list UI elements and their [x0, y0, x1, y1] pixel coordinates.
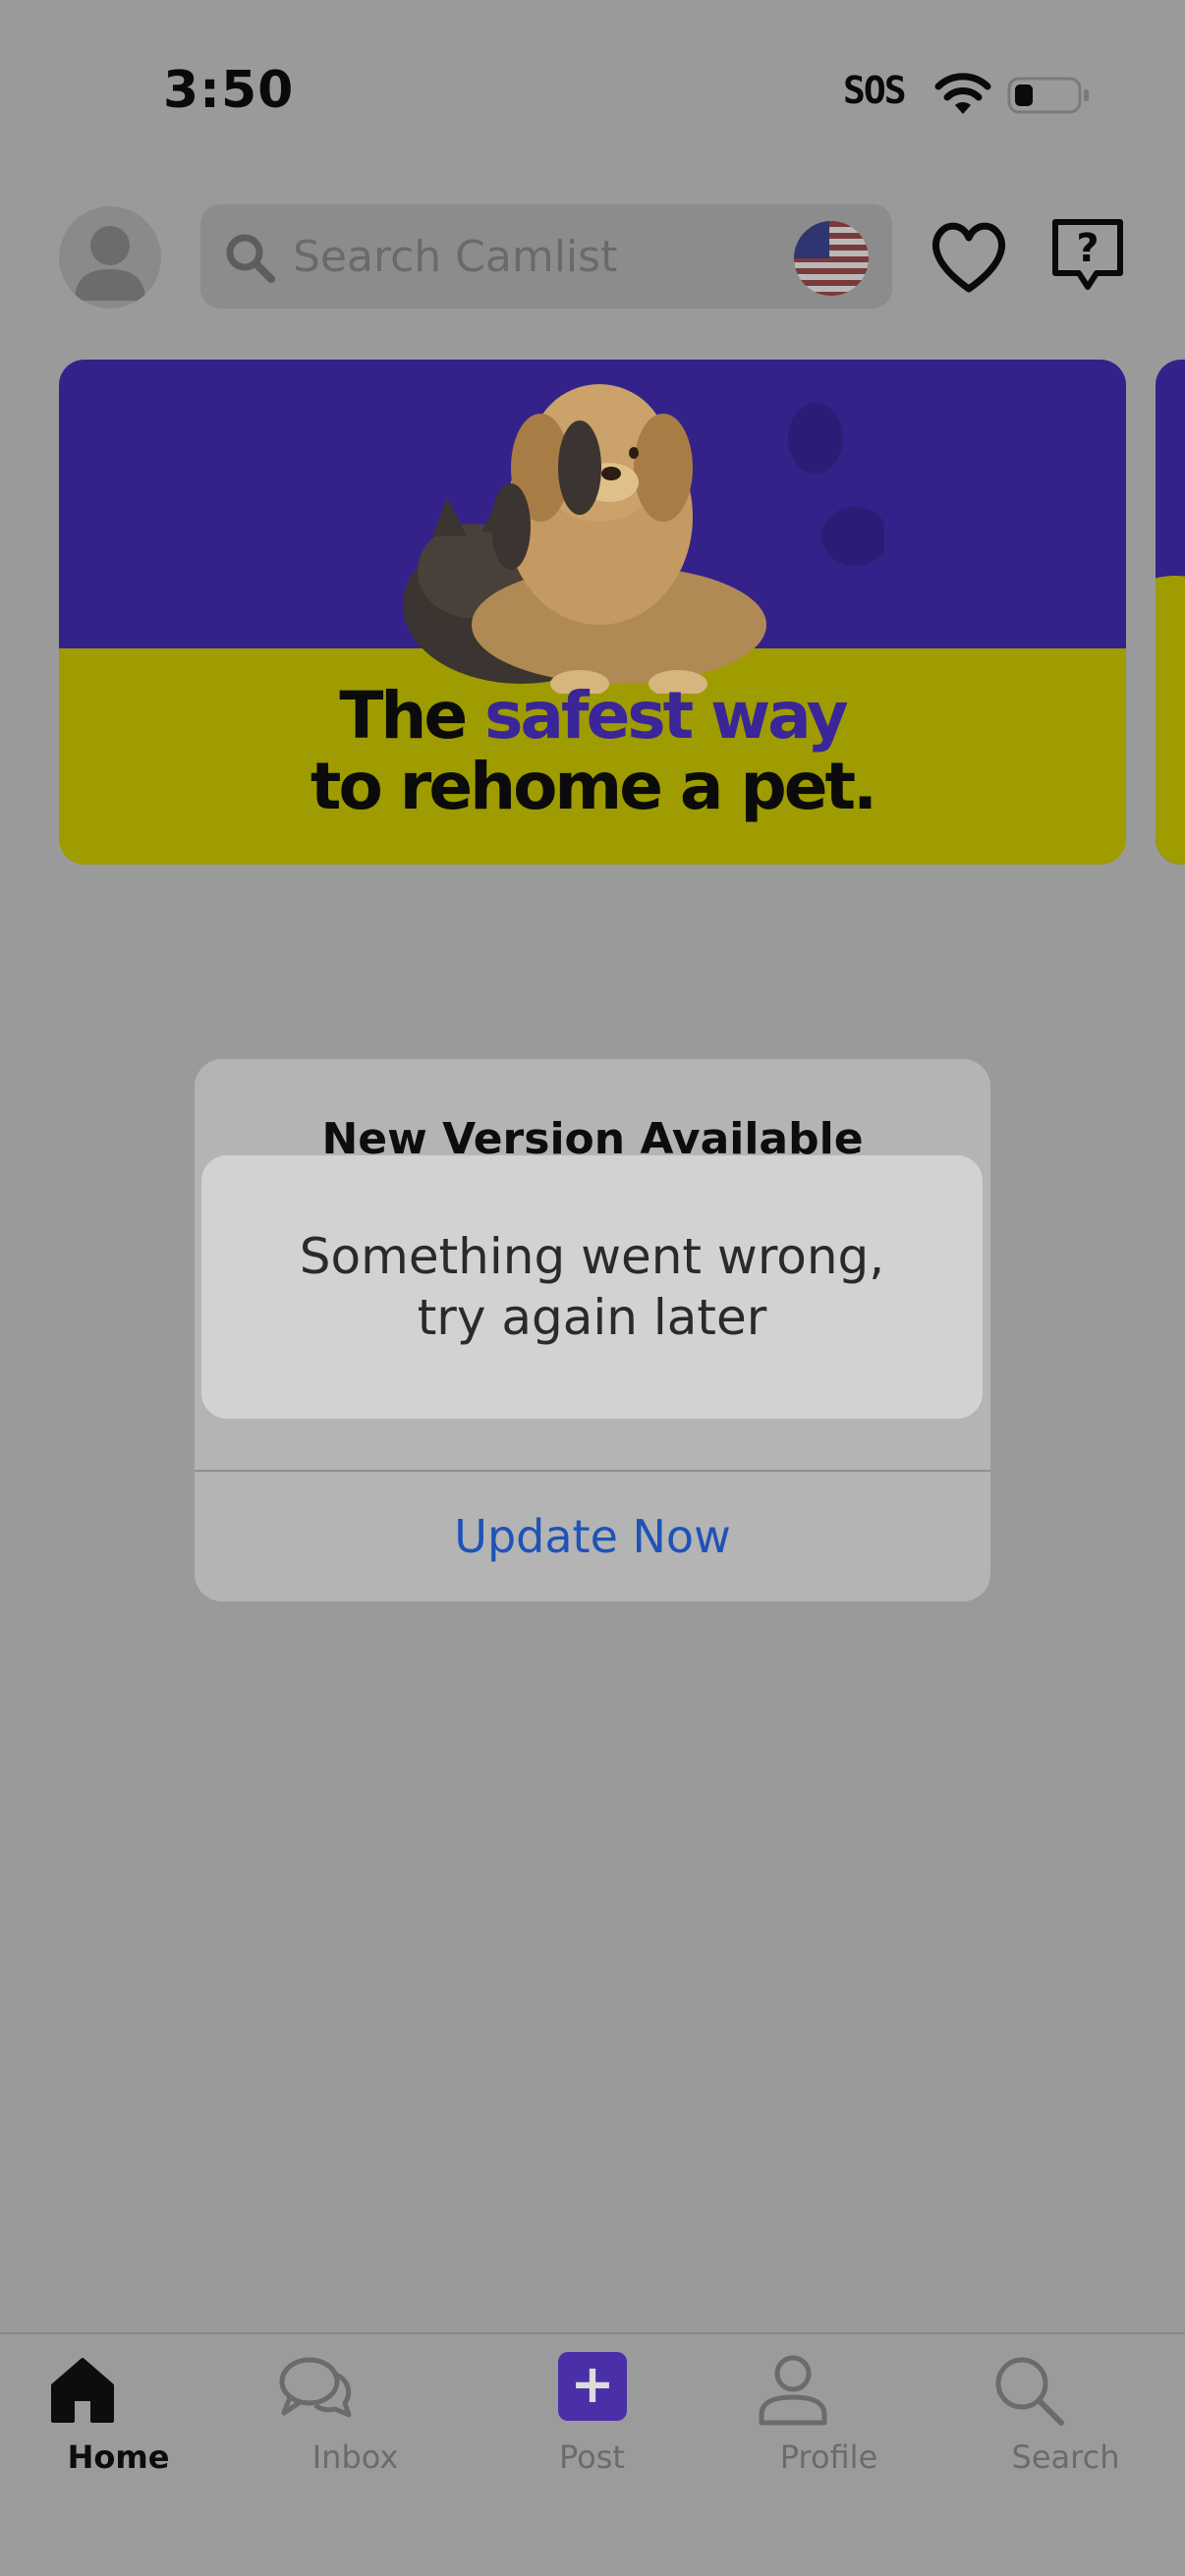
- tab-search[interactable]: Search: [947, 2334, 1184, 2576]
- status-bar: 3:50 SOS: [0, 0, 1185, 187]
- us-flag-icon[interactable]: [794, 221, 869, 296]
- tab-post[interactable]: + Post: [474, 2334, 710, 2576]
- tab-label-inbox: Inbox: [311, 2438, 399, 2476]
- search-icon: [995, 2357, 1064, 2426]
- tab-label-post: Post: [559, 2438, 625, 2476]
- tab-label-profile: Profile: [779, 2438, 878, 2476]
- banner-headline-line2: to rehome a pet.: [310, 749, 877, 824]
- sos-indicator: SOS: [843, 69, 907, 112]
- tab-label-search: Search: [1011, 2438, 1120, 2476]
- avatar[interactable]: [59, 206, 161, 308]
- tab-label-home: Home: [67, 2438, 170, 2476]
- plus-icon: +: [558, 2352, 627, 2421]
- banner-headline-accent: safest way: [484, 678, 849, 754]
- wifi-icon: [934, 73, 991, 114]
- next-banner-peek[interactable]: [1156, 360, 1185, 865]
- tab-profile[interactable]: Profile: [710, 2334, 947, 2576]
- puppy-and-kitten-image: [403, 384, 884, 694]
- promo-banner[interactable]: The safest way to rehome a pet.: [59, 360, 1126, 865]
- avatar-person-icon: [75, 226, 145, 301]
- tab-inbox[interactable]: Inbox: [237, 2334, 474, 2576]
- search-bar[interactable]: [200, 204, 892, 308]
- error-toast: Something went wrong, try again later: [201, 1155, 983, 1419]
- battery-icon: [1007, 77, 1089, 114]
- svg-text:?: ?: [1076, 226, 1099, 271]
- banner-headline-line1: The safest way: [339, 678, 849, 754]
- chat-bubbles-icon: [279, 2357, 352, 2418]
- search-input[interactable]: [293, 204, 764, 308]
- status-time: 3:50: [163, 61, 295, 120]
- person-icon: [759, 2355, 827, 2426]
- home-icon: [51, 2358, 114, 2423]
- search-icon: [226, 234, 275, 283]
- help-chat-icon[interactable]: ?: [1047, 216, 1128, 297]
- tab-home[interactable]: Home: [0, 2334, 237, 2576]
- heart-icon[interactable]: [928, 216, 1010, 297]
- update-now-button[interactable]: Update Now: [195, 1472, 990, 1601]
- error-toast-message: Something went wrong, try again later: [299, 1228, 885, 1346]
- bottom-tab-bar: Home Inbox + Post Profile Search: [0, 2332, 1185, 2576]
